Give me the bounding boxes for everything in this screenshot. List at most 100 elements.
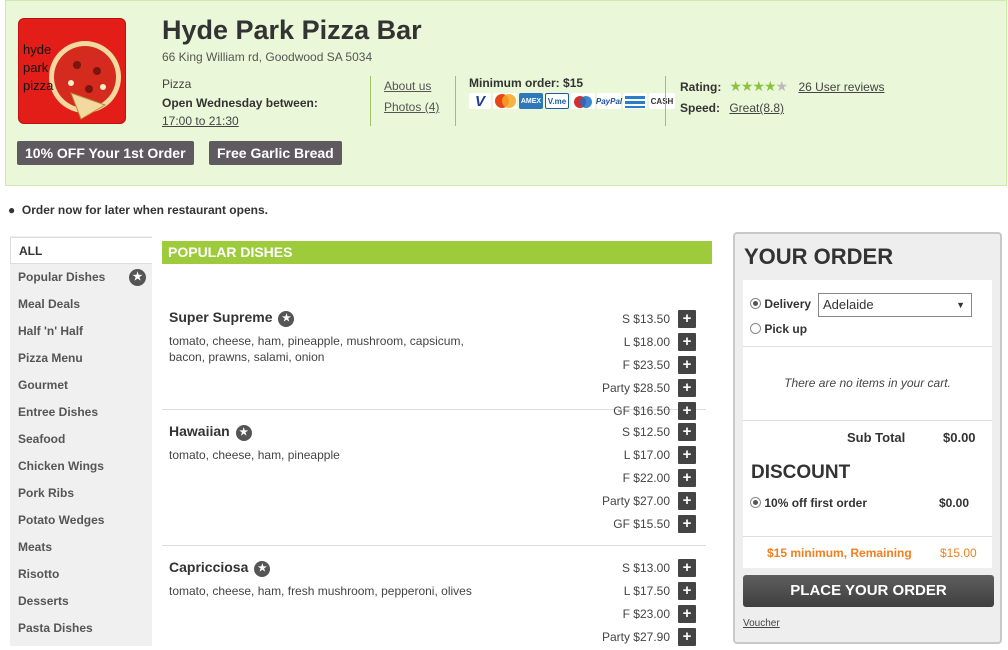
dish-item: Capricciosa ★ tomato, cheese, ham, fresh … [162, 546, 706, 650]
order-title: YOUR ORDER [744, 244, 894, 269]
delivery-radio[interactable] [750, 298, 761, 309]
pickup-label: Pick up [764, 322, 808, 336]
sidebar-item-all[interactable]: ALL [10, 237, 152, 264]
add-to-cart-button[interactable]: + [678, 333, 696, 351]
sidebar-item-meal-deals[interactable]: Meal Deals [10, 291, 152, 318]
dish-name-text: Hawaiian [169, 423, 230, 439]
sidebar-item-popular-dishes[interactable]: Popular Dishes ★ [10, 264, 152, 291]
suburb-value: Adelaide [823, 297, 874, 312]
add-to-cart-button[interactable]: + [678, 469, 696, 487]
sidebar-item-half-n-half[interactable]: Half 'n' Half [10, 318, 152, 345]
restaurant-links: About us Photos (4) [384, 76, 439, 118]
price-option: F $22.00 + [623, 469, 696, 487]
sidebar-item-seafood[interactable]: Seafood [10, 426, 152, 453]
price-label: L $17.00 [623, 448, 670, 462]
add-to-cart-button[interactable]: + [678, 582, 696, 600]
sidebar-item-pork-ribs[interactable]: Pork Ribs [10, 480, 152, 507]
restaurant-logo: hyde park pizza [18, 18, 126, 124]
sidebar-item-label: Chicken Wings [18, 459, 104, 473]
price-option: L $18.00 + [624, 333, 696, 351]
price-option: L $17.50 + [624, 582, 696, 600]
add-to-cart-button[interactable]: + [678, 446, 696, 464]
speed-label: Speed: [680, 101, 721, 115]
add-to-cart-button[interactable]: + [678, 605, 696, 623]
add-to-cart-button[interactable]: + [678, 492, 696, 510]
voucher-link[interactable]: Voucher [743, 618, 780, 629]
sidebar-item-label: Seafood [18, 432, 66, 446]
sidebar-item-pasta-dishes[interactable]: Pasta Dishes [10, 615, 152, 642]
dish-name-text: Super Supreme [169, 309, 273, 325]
sidebar-item-label: Popular Dishes [18, 270, 106, 284]
photos-link[interactable]: Photos (4) [384, 97, 439, 118]
discount-title: DISCOUNT [751, 462, 851, 483]
user-reviews-link[interactable]: 26 User reviews [798, 80, 884, 94]
rating-label: Rating: [680, 80, 722, 94]
price-option: S $13.00 + [622, 559, 696, 577]
sidebar-item-entree-dishes[interactable]: Entree Dishes [10, 399, 152, 426]
sidebar-item-label: Pork Ribs [18, 486, 75, 500]
place-order-button[interactable]: PLACE YOUR ORDER [743, 575, 994, 607]
pickup-radio[interactable] [750, 323, 761, 334]
min-order-value: $15 [563, 76, 584, 90]
logo-line: pizza [23, 78, 54, 93]
visa-icon: V [469, 93, 491, 110]
restaurant-name: Hyde Park Pizza Bar [162, 15, 422, 45]
add-to-cart-button[interactable]: + [678, 559, 696, 577]
logo-line: hyde [23, 42, 52, 57]
price-option: GF $15.50 + [613, 515, 696, 533]
notice-text: Order now for later when restaurant open… [21, 203, 268, 217]
sidebar-item-chicken-wings[interactable]: Chicken Wings [10, 453, 152, 480]
order-later-notice: ● Order now for later when restaurant op… [8, 203, 268, 217]
dish-description: tomato, cheese, ham, pineapple [169, 448, 340, 462]
dropdown-arrow-icon: ▼ [956, 300, 965, 310]
add-to-cart-button[interactable]: + [678, 379, 696, 397]
speed-rating-link[interactable]: Great(8.8) [729, 101, 784, 115]
payment-methods: V AMEX V.me PayPal CASH [469, 93, 675, 110]
discount-radio[interactable] [750, 497, 761, 508]
cuisine-category: Pizza [162, 77, 192, 91]
about-us-link[interactable]: About us [384, 76, 439, 97]
discount-value: $0.00 [939, 496, 970, 510]
price-option: Party $28.50 + [602, 379, 696, 397]
price-label: S $12.50 [621, 425, 670, 439]
price-option: L $17.00 + [624, 446, 696, 464]
star-icon: ★ [254, 561, 271, 577]
add-to-cart-button[interactable]: + [678, 628, 696, 646]
price-option: S $12.50 + [622, 423, 696, 441]
add-to-cart-button[interactable]: + [678, 356, 696, 374]
dish-item: Hawaiian ★ tomato, cheese, ham, pineapple… [162, 410, 706, 546]
dish-item: Super Supreme ★ tomato, cheese, ham, pine… [162, 264, 706, 420]
star-icon: ★ [129, 269, 146, 286]
dish-name: Capricciosa ★ [169, 559, 271, 577]
star-icon: ★ [278, 311, 295, 327]
promo-badge: 10% OFF Your 1st Order [17, 141, 194, 165]
sidebar-item-potato-wedges[interactable]: Potato Wedges [10, 507, 152, 534]
subtotal-value: $0.00 [943, 430, 976, 445]
add-to-cart-button[interactable]: + [678, 310, 696, 328]
dish-name-text: Capricciosa [169, 559, 249, 575]
divider [455, 76, 456, 126]
divider [743, 420, 992, 421]
amex-icon: AMEX [519, 93, 543, 109]
discount-option[interactable]: 10% off first order [750, 496, 867, 510]
add-to-cart-button[interactable]: + [678, 515, 696, 533]
price-label: GF $15.50 [613, 517, 670, 531]
restaurant-address: 66 King William rd, Goodwood SA 5034 [162, 50, 373, 64]
min-order-label: Minimum order: [469, 76, 560, 90]
delivery-option[interactable]: Delivery [750, 297, 811, 311]
paypal-icon: PayPal [596, 93, 622, 109]
divider [370, 76, 371, 126]
bullet-icon: ● [8, 203, 22, 217]
price-label: F $23.50 [622, 358, 670, 372]
suburb-select[interactable]: Adelaide ▼ [818, 293, 972, 317]
price-option: S $13.50 + [622, 310, 696, 328]
sidebar-item-pizza-menu[interactable]: Pizza Menu [10, 345, 152, 372]
sidebar-item-label: Pasta Dishes [18, 621, 93, 635]
sidebar-item-risotto[interactable]: Risotto [10, 561, 152, 588]
sidebar-item-desserts[interactable]: Desserts [10, 588, 152, 615]
pickup-option[interactable]: Pick up [750, 322, 807, 336]
sidebar-item-gourmet[interactable]: Gourmet [10, 372, 152, 399]
sidebar-item-meats[interactable]: Meats [10, 534, 152, 561]
rating-info: Rating: ★★★★★ 26 User reviews Speed: Gre… [680, 76, 884, 119]
add-to-cart-button[interactable]: + [678, 423, 696, 441]
